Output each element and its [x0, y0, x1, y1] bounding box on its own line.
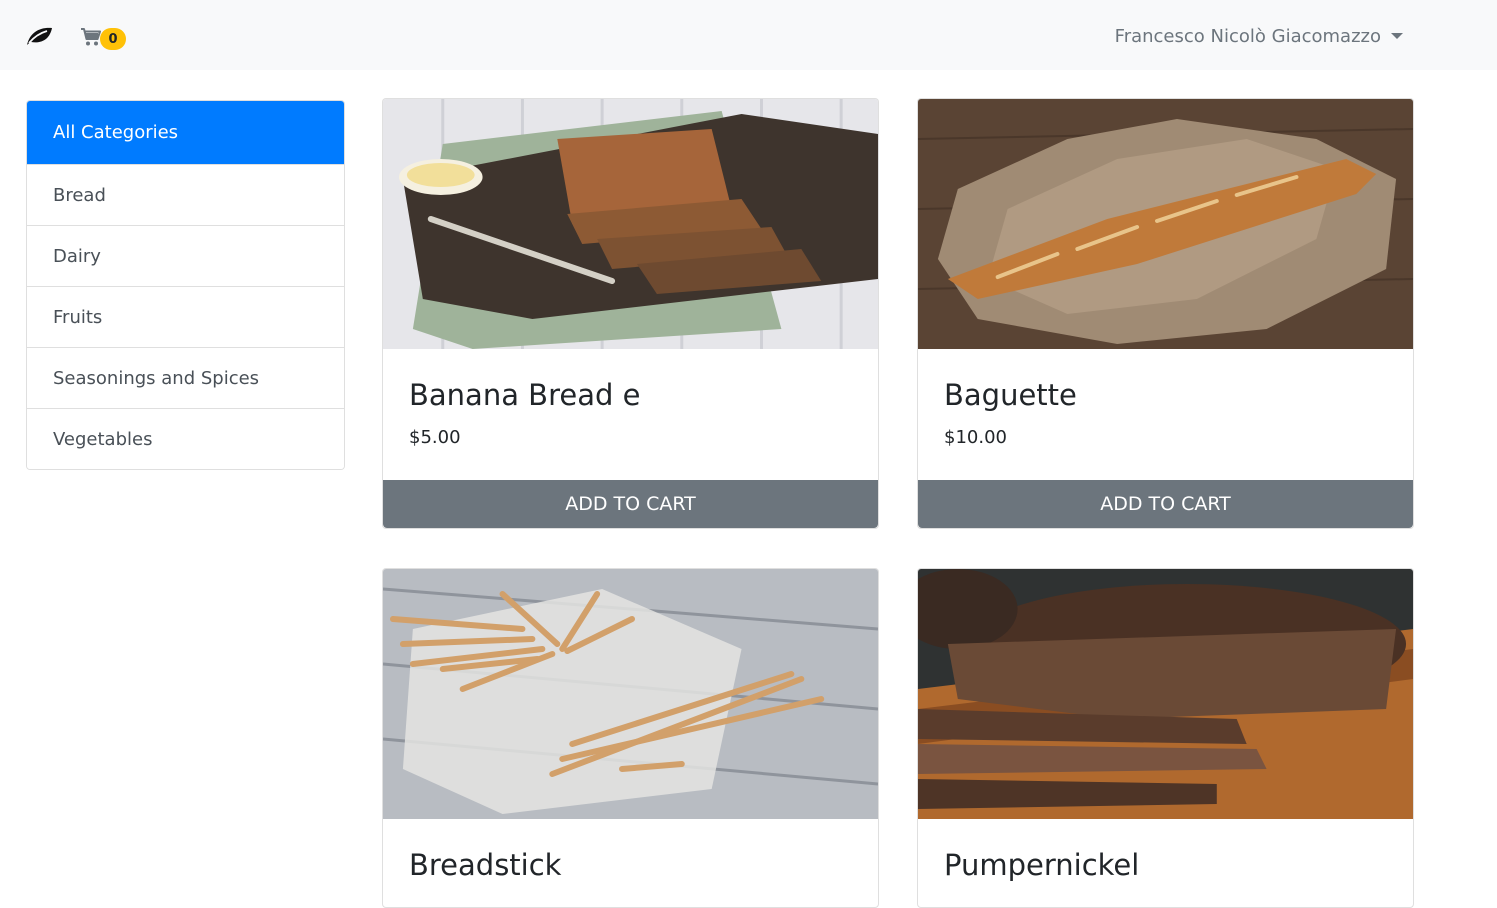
product-image [383, 99, 878, 349]
product-card: Baguette $10.00 ADD TO CART [917, 98, 1414, 529]
category-item-fruits[interactable]: Fruits [27, 286, 344, 347]
user-menu-toggle[interactable]: Francesco Nicolò Giacomazzo [1115, 23, 1403, 49]
product-image [918, 99, 1413, 349]
category-label: Bread [53, 184, 106, 206]
product-card: Banana Bread e $5.00 ADD TO CART [382, 98, 879, 529]
navbar: 0 Francesco Nicolò Giacomazzo [0, 0, 1497, 70]
product-card: Pumpernickel [917, 568, 1414, 908]
category-item-bread[interactable]: Bread [27, 164, 344, 225]
product-title: Pumpernickel [944, 848, 1140, 882]
cart-button[interactable]: 0 [80, 25, 126, 50]
category-item-vegetables[interactable]: Vegetables [27, 408, 344, 469]
category-list: All Categories Bread Dairy Fruits Season… [26, 100, 345, 470]
add-to-cart-button[interactable]: ADD TO CART [383, 480, 878, 528]
product-price: $5.00 [409, 427, 461, 448]
category-label: Dairy [53, 245, 101, 267]
shopping-cart-icon [80, 27, 102, 47]
product-title: Breadstick [409, 848, 562, 882]
leaf-icon[interactable] [24, 24, 54, 48]
product-title: Baguette [944, 378, 1077, 412]
add-to-cart-button[interactable]: ADD TO CART [918, 480, 1413, 528]
user-name: Francesco Nicolò Giacomazzo [1114, 25, 1381, 47]
product-image [918, 569, 1413, 819]
category-item-dairy[interactable]: Dairy [27, 225, 344, 286]
category-label: Vegetables [53, 428, 153, 450]
category-label: All Categories [53, 122, 179, 143]
category-label: Seasonings and Spices [53, 367, 260, 389]
caret-down-icon [1391, 33, 1403, 39]
product-title: Banana Bread e [409, 378, 641, 412]
product-image [383, 569, 878, 819]
cart-count-badge: 0 [100, 28, 126, 50]
product-price: $10.00 [944, 427, 1007, 448]
product-card: Breadstick [382, 568, 879, 908]
category-label: Fruits [53, 306, 103, 328]
category-item-seasonings[interactable]: Seasonings and Spices [27, 347, 344, 408]
category-item-all[interactable]: All Categories [27, 101, 344, 164]
